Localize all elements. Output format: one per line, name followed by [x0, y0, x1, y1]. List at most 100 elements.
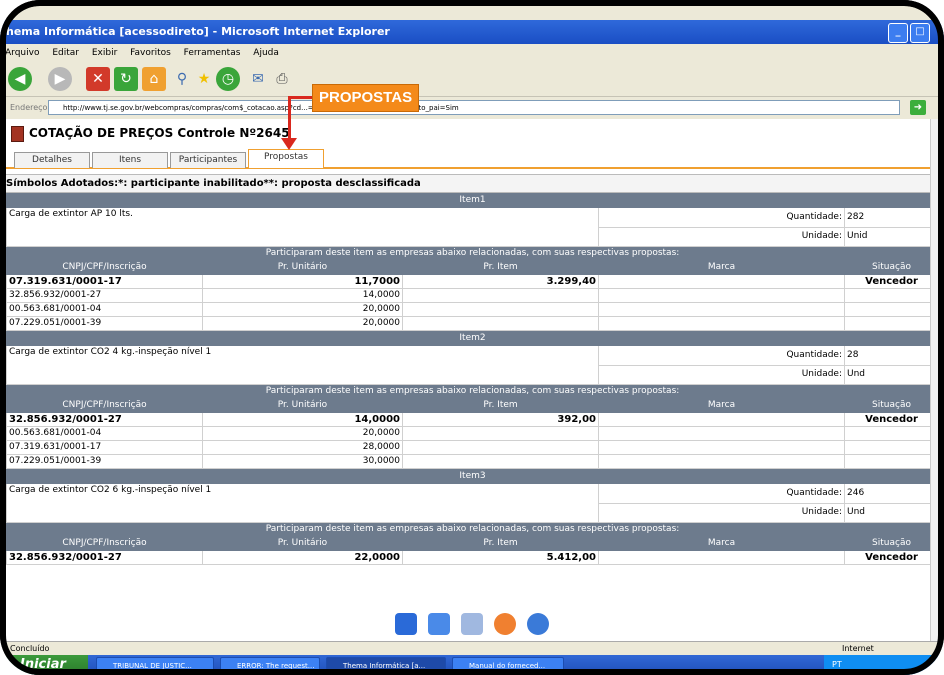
- menu-editar[interactable]: Editar: [52, 48, 79, 58]
- refresh-icon[interactable]: ↻: [114, 67, 138, 91]
- proposal-row: 32.856.932/0001-27 14,0000 392,00 Vencedor: [6, 412, 938, 427]
- callout-arrow-head: [281, 138, 297, 150]
- item-table: Item2 Carga de extintor CO2 4 kg.-inspeçã…: [6, 331, 938, 469]
- items-container: Item1 Carga de extintor AP 10 lts. Quantid…: [6, 193, 938, 565]
- cell-item: [402, 440, 599, 455]
- home-icon[interactable]: ⌂: [142, 67, 166, 91]
- system-tray: PT: [824, 655, 944, 675]
- unit-label: Unidade:: [598, 364, 845, 385]
- maximize-button[interactable]: □: [910, 23, 930, 43]
- cell-cnpj: 07.229.051/0001-39: [6, 454, 203, 469]
- back-icon[interactable]: ◀: [8, 67, 32, 91]
- task-tribunal[interactable]: TRIBUNAL DE JUSTIC...: [96, 657, 214, 673]
- column-header: Pr. Item: [402, 536, 599, 551]
- quantity-value: 246: [843, 483, 938, 504]
- cell-situacao: [843, 454, 938, 469]
- cell-marca: [598, 426, 845, 441]
- edit-icon[interactable]: [461, 613, 483, 635]
- cell-cnpj: 32.856.932/0001-27: [6, 288, 203, 303]
- task-error[interactable]: ERROR: The request...: [220, 657, 320, 673]
- page-title: COTAÇÃO DE PREÇOS Controle Nº2645: [29, 126, 290, 140]
- unit-value: Und: [843, 502, 938, 523]
- item-description: Carga de extintor CO2 4 kg.-inspeção nív…: [6, 345, 599, 385]
- menu-exibir[interactable]: Exibir: [92, 48, 117, 58]
- page-header: COTAÇÃO DE PREÇOS Controle Nº2645: [6, 119, 938, 147]
- menu-ajuda[interactable]: Ajuda: [253, 48, 279, 58]
- cell-marca: [598, 288, 845, 303]
- column-header: Marca: [598, 398, 845, 413]
- stop-icon[interactable]: ✕: [86, 67, 110, 91]
- menu-arquivo[interactable]: Arquivo: [5, 48, 39, 58]
- task-thema[interactable]: Thema Informática [a...: [326, 657, 446, 673]
- cell-item: [402, 454, 599, 469]
- cell-item: 3.299,40: [402, 274, 599, 289]
- cell-marca: [598, 412, 845, 427]
- column-header: Situação: [843, 536, 938, 551]
- cell-cnpj: 00.563.681/0001-04: [6, 302, 203, 317]
- cell-situacao: Vencedor: [843, 412, 938, 427]
- item-header: Item3: [6, 469, 938, 484]
- address-input[interactable]: http://www.tj.se.gov.br/webcompras/compr…: [48, 100, 900, 115]
- cell-unit: 22,0000: [202, 550, 403, 565]
- column-header: Marca: [598, 536, 845, 551]
- column-header: Pr. Unitário: [202, 398, 403, 413]
- cell-unit: 20,0000: [202, 426, 403, 441]
- task-manual[interactable]: Manual do forneced...: [452, 657, 564, 673]
- screen: hema Informática [acessodireto] - Micros…: [0, 0, 944, 675]
- cell-situacao: Vencedor: [843, 274, 938, 289]
- cell-cnpj: 07.319.631/0001-17: [6, 274, 203, 289]
- minimize-button[interactable]: _: [888, 23, 908, 43]
- globe-icon[interactable]: [527, 613, 550, 635]
- cell-item: [402, 316, 599, 331]
- item-description: Carga de extintor AP 10 lts.: [6, 207, 599, 247]
- cell-situacao: [843, 426, 938, 441]
- proposal-row: 00.563.681/0001-04 20,0000: [6, 302, 938, 317]
- proposal-row: 32.856.932/0001-27 14,0000: [6, 288, 938, 303]
- unit-value: Unid: [843, 226, 938, 247]
- menu-ferramentas[interactable]: Ferramentas: [184, 48, 241, 58]
- cell-marca: [598, 274, 845, 289]
- taskbar: Iniciar TRIBUNAL DE JUSTIC... ERROR: The…: [0, 655, 944, 675]
- forward-icon[interactable]: ▶: [48, 67, 72, 91]
- participants-caption: Participaram deste item as empresas abai…: [6, 522, 938, 537]
- history-icon[interactable]: ◷: [216, 67, 240, 91]
- cell-item: [402, 426, 599, 441]
- tab-participantes[interactable]: Participantes: [170, 152, 246, 168]
- column-header: Marca: [598, 260, 845, 275]
- mail-icon[interactable]: ✉: [246, 67, 270, 91]
- help-icon[interactable]: [494, 613, 517, 635]
- cell-cnpj: 00.563.681/0001-04: [6, 426, 203, 441]
- unit-label: Unidade:: [598, 502, 845, 523]
- cell-item: 392,00: [402, 412, 599, 427]
- item-description: Carga de extintor CO2 6 kg.-inspeção nív…: [6, 483, 599, 523]
- go-button[interactable]: ➜: [910, 100, 926, 115]
- window-title: hema Informática [acessodireto] - Micros…: [6, 25, 390, 38]
- participants-caption: Participaram deste item as empresas abai…: [6, 246, 938, 261]
- quantity-label: Quantidade:: [598, 483, 845, 504]
- first-page-icon[interactable]: [394, 613, 417, 635]
- tab-propostas[interactable]: Propostas: [248, 149, 324, 168]
- quantity-label: Quantidade:: [598, 207, 845, 228]
- tab-itens[interactable]: Itens: [92, 152, 168, 168]
- previous-page-icon[interactable]: [427, 613, 450, 635]
- proposal-row: 07.229.051/0001-39 20,0000: [6, 316, 938, 331]
- tab-detalhes[interactable]: Detalhes: [14, 152, 90, 168]
- menu-favoritos[interactable]: Favoritos: [130, 48, 171, 58]
- start-button[interactable]: Iniciar: [0, 655, 88, 675]
- window-titlebar: hema Informática [acessodireto] - Micros…: [0, 20, 944, 44]
- vertical-scrollbar[interactable]: [930, 119, 939, 641]
- column-header: Pr. Item: [402, 260, 599, 275]
- unit-label: Unidade:: [598, 226, 845, 247]
- callout-arrow-line: [288, 96, 314, 99]
- cell-unit: 20,0000: [202, 302, 403, 317]
- cell-marca: [598, 454, 845, 469]
- cell-unit: 28,0000: [202, 440, 403, 455]
- cell-marca: [598, 302, 845, 317]
- proposal-row: 07.319.631/0001-17 28,0000: [6, 440, 938, 455]
- address-label: Endereço: [10, 103, 48, 112]
- status-bar: Concluído Internet: [0, 641, 944, 656]
- cell-unit: 14,0000: [202, 412, 403, 427]
- print-icon[interactable]: ⎙: [270, 67, 294, 91]
- favorites-icon[interactable]: ★: [192, 67, 216, 91]
- search-icon[interactable]: ⚲: [170, 67, 194, 91]
